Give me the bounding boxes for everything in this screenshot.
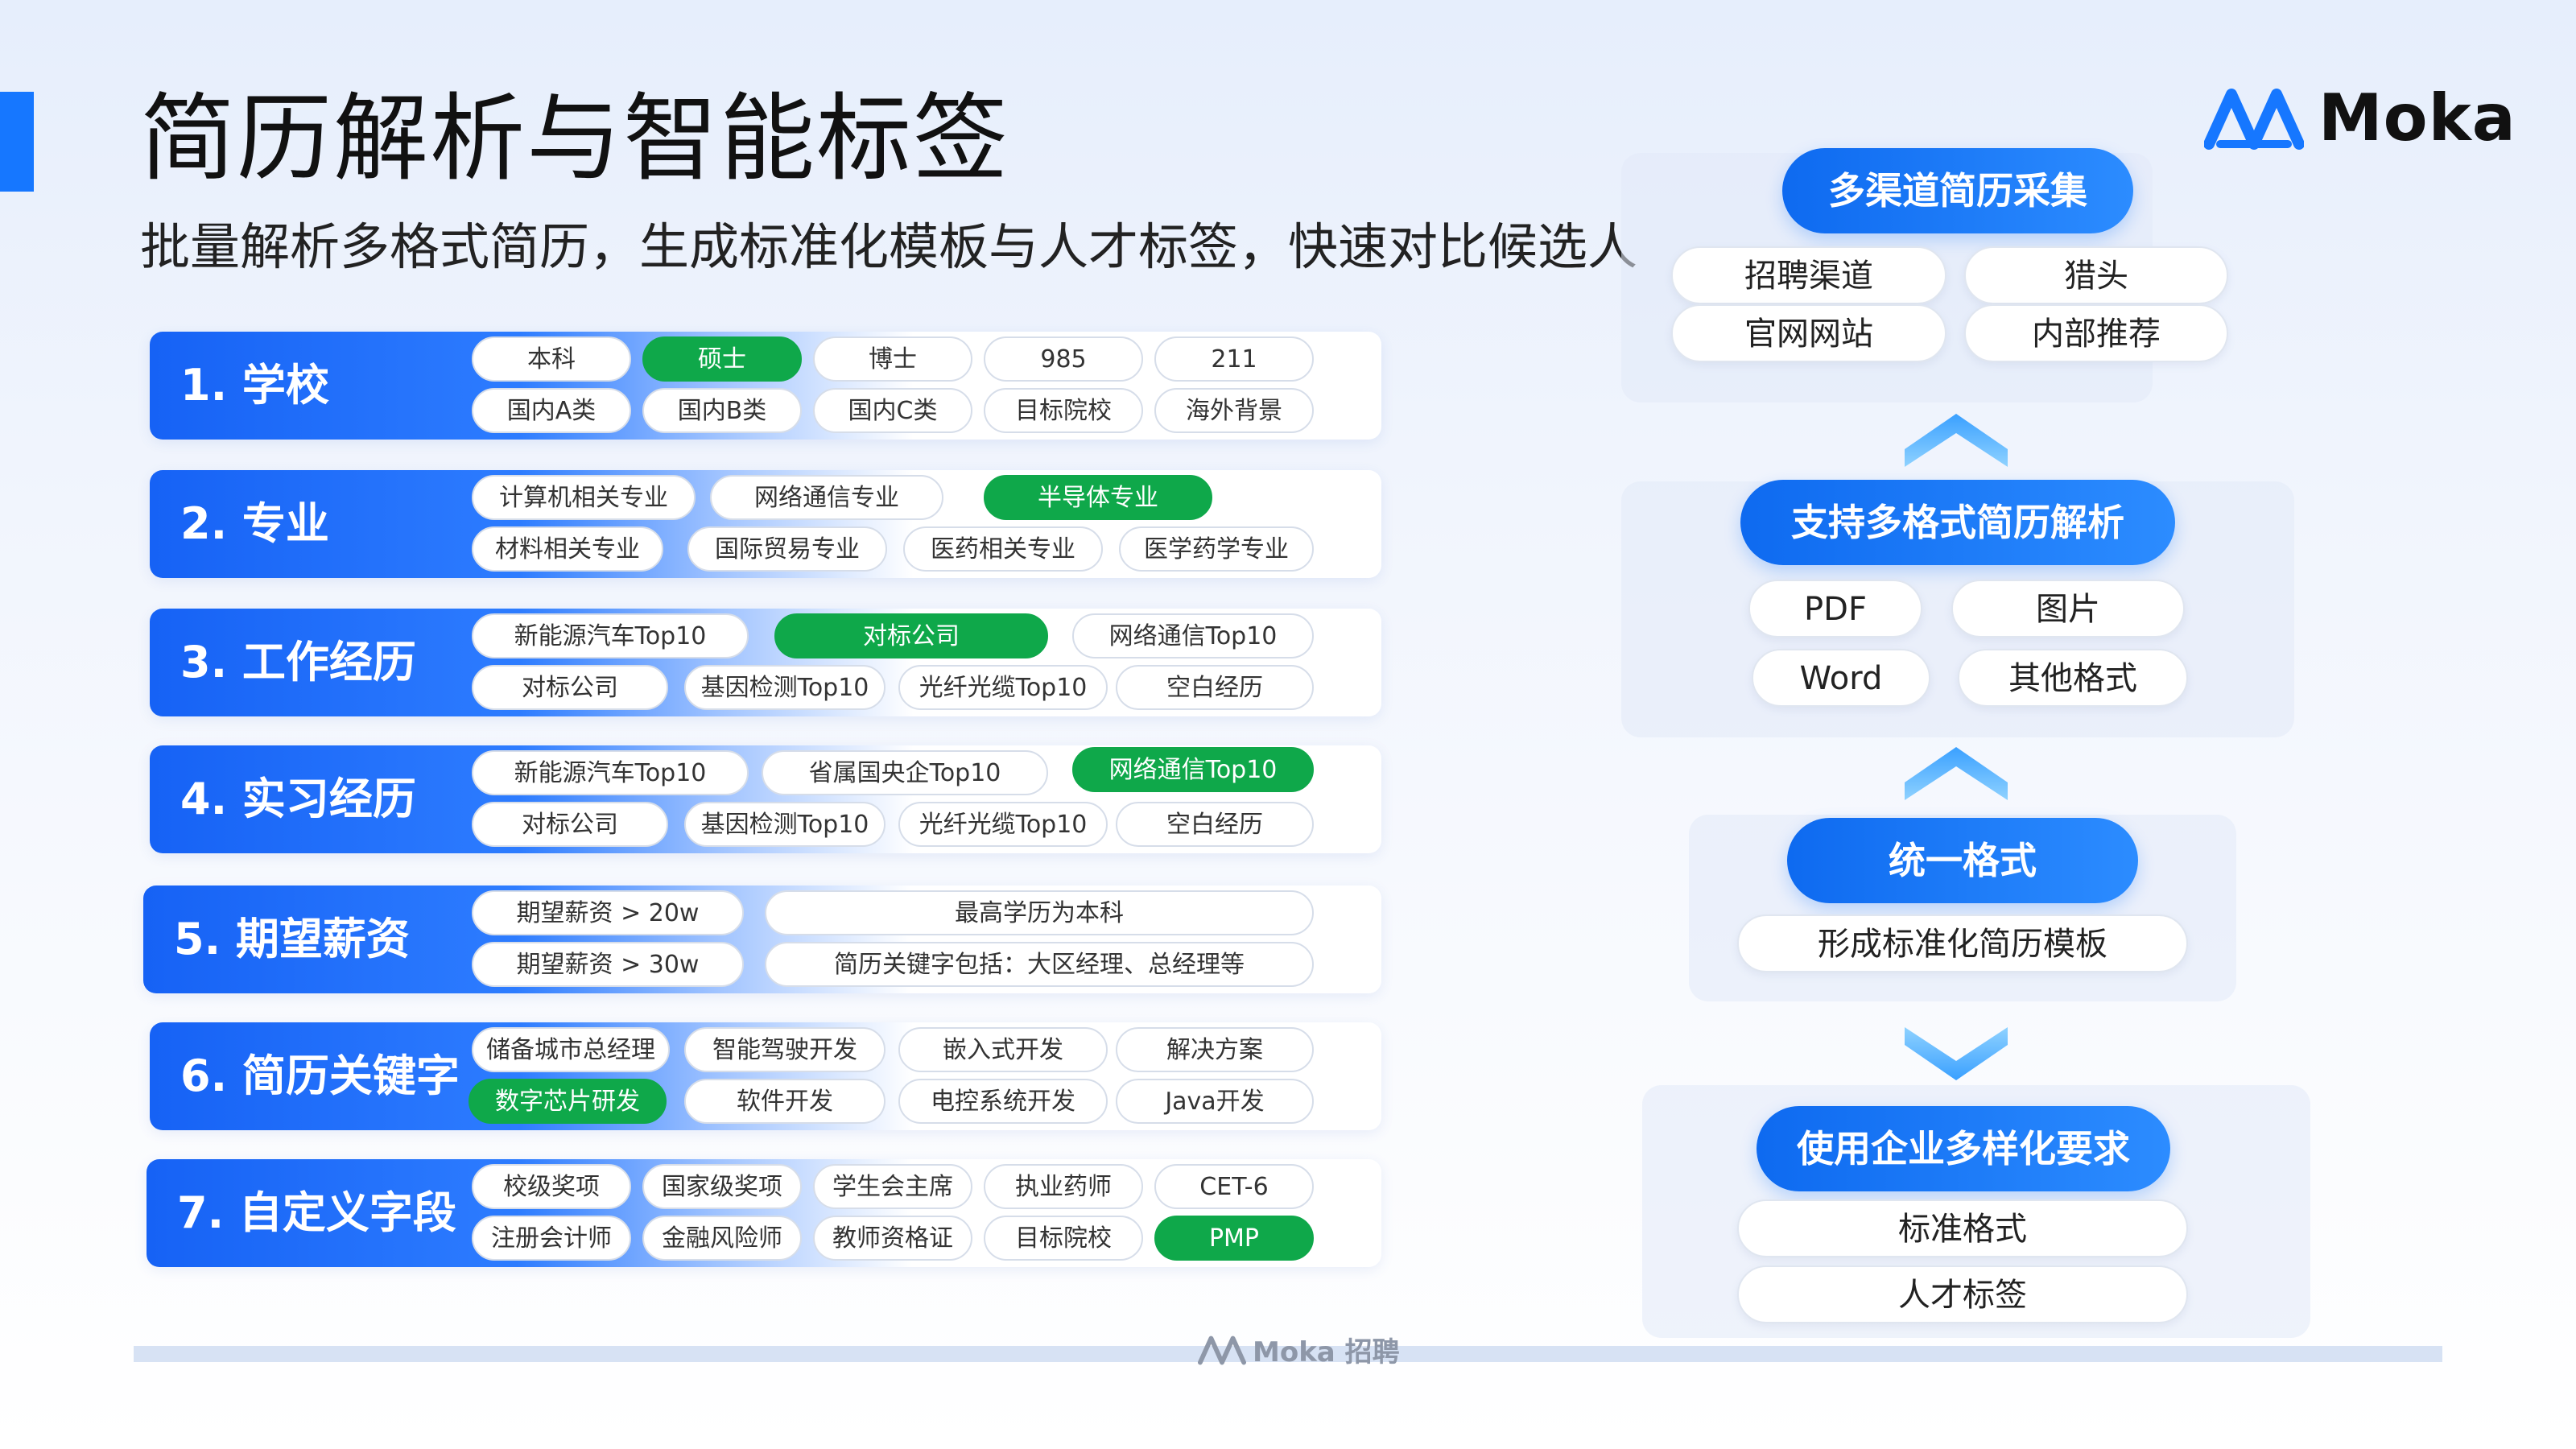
flow-title-requirements: 使用企业多样化要求 [1757, 1106, 2170, 1191]
tag[interactable]: 国内A类 [472, 388, 631, 433]
requirement-option[interactable]: 人才标签 [1737, 1265, 2188, 1323]
tag[interactable]: 硕士 [642, 336, 802, 382]
page-title: 简历解析与智能标签 [140, 83, 1010, 194]
tag[interactable]: PMP [1154, 1216, 1314, 1261]
format-option[interactable]: PDF [1748, 580, 1922, 638]
tag[interactable]: 期望薪资 > 30w [472, 942, 744, 987]
category-school: 1. 学校 本科 硕士 博士 985 211 国内A类 国内B类 国内C类 目标… [150, 332, 1381, 440]
tag[interactable]: 期望薪资 > 20w [472, 890, 744, 935]
tag[interactable]: 材料相关专业 [472, 526, 663, 572]
tag[interactable]: 目标院校 [984, 1216, 1143, 1261]
tag[interactable]: 学生会主席 [813, 1164, 972, 1209]
category-label: 6. 简历关键字 [180, 1051, 460, 1101]
tag[interactable]: 注册会计师 [472, 1216, 631, 1261]
tag[interactable]: 光纤光缆Top10 [898, 802, 1108, 847]
tag[interactable]: 新能源汽车Top10 [472, 613, 749, 658]
tag[interactable]: 最高学历为本科 [765, 890, 1314, 935]
tag[interactable]: 海外背景 [1154, 388, 1314, 433]
tag[interactable]: 软件开发 [684, 1079, 886, 1124]
tag[interactable]: 对标公司 [472, 665, 668, 710]
tag[interactable]: 国际贸易专业 [687, 526, 887, 572]
category-expected-salary: 5. 期望薪资 期望薪资 > 20w 最高学历为本科 期望薪资 > 30w 简历… [143, 886, 1381, 993]
category-custom-fields: 7. 自定义字段 校级奖项 国家级奖项 学生会主席 执业药师 CET-6 注册会… [147, 1159, 1381, 1267]
footer-brand: Moka 招聘 [1198, 1330, 1400, 1369]
source-option[interactable]: 官网网站 [1671, 304, 1946, 362]
requirement-option[interactable]: 标准格式 [1737, 1199, 2188, 1257]
brand-logo: Moka [2204, 80, 2516, 155]
source-option[interactable]: 招聘渠道 [1671, 246, 1946, 304]
tag[interactable]: 国内C类 [813, 388, 972, 433]
tag[interactable]: 国家级奖项 [642, 1164, 802, 1209]
category-internship: 4. 实习经历 新能源汽车Top10 省属国央企Top10 网络通信Top10 … [150, 745, 1381, 853]
tag[interactable]: 电控系统开发 [898, 1079, 1108, 1124]
tag[interactable]: 新能源汽车Top10 [472, 750, 749, 795]
tag[interactable]: 解决方案 [1116, 1027, 1314, 1072]
tag[interactable]: 博士 [813, 336, 972, 382]
brand-name: Moka [2318, 80, 2516, 155]
tag[interactable]: 网络通信Top10 [1072, 747, 1314, 792]
flow-title-collection: 多渠道简历采集 [1782, 148, 2133, 233]
tag[interactable]: 校级奖项 [472, 1164, 631, 1209]
footer-brand-text: Moka 招聘 [1253, 1336, 1400, 1368]
category-resume-keywords: 6. 简历关键字 储备城市总经理 智能驾驶开发 嵌入式开发 解决方案 数字芯片研… [150, 1022, 1381, 1130]
tag[interactable]: 储备城市总经理 [472, 1027, 670, 1072]
tag[interactable]: 网络通信Top10 [1072, 613, 1314, 658]
tag[interactable]: 执业药师 [984, 1164, 1143, 1209]
chevron-down-icon [1905, 1027, 2008, 1080]
tag[interactable]: 空白经历 [1116, 665, 1314, 710]
tag[interactable]: 半导体专业 [984, 475, 1212, 520]
tag[interactable]: 国内B类 [642, 388, 802, 433]
tag[interactable]: 智能驾驶开发 [684, 1027, 886, 1072]
tag[interactable]: 省属国央企Top10 [762, 750, 1048, 795]
category-label: 3. 工作经历 [180, 637, 416, 687]
tag[interactable]: 本科 [472, 336, 631, 382]
source-option[interactable]: 猎头 [1964, 246, 2228, 304]
category-label: 4. 实习经历 [180, 774, 416, 824]
category-label: 2. 专业 [180, 498, 329, 549]
tag[interactable]: 医学药学专业 [1119, 526, 1314, 572]
tag[interactable]: Java开发 [1116, 1079, 1314, 1124]
tag[interactable]: 计算机相关专业 [472, 475, 696, 520]
tag[interactable]: 对标公司 [774, 613, 1048, 658]
source-option[interactable]: 内部推荐 [1964, 304, 2228, 362]
tag[interactable]: CET-6 [1154, 1164, 1314, 1209]
category-work-experience: 3. 工作经历 新能源汽车Top10 对标公司 网络通信Top10 对标公司 基… [150, 609, 1381, 716]
flow-title-parsing: 支持多格式简历解析 [1740, 480, 2175, 565]
tag[interactable]: 基因检测Top10 [684, 665, 886, 710]
tag[interactable]: 光纤光缆Top10 [898, 665, 1108, 710]
tag[interactable]: 网络通信专业 [710, 475, 943, 520]
tag[interactable]: 嵌入式开发 [898, 1027, 1108, 1072]
template-option[interactable]: 形成标准化简历模板 [1737, 914, 2188, 972]
tag[interactable]: 教师资格证 [813, 1216, 972, 1261]
format-option[interactable]: 图片 [1951, 580, 2185, 638]
tag[interactable]: 211 [1154, 336, 1314, 382]
moka-logo-icon [2204, 88, 2304, 150]
tag[interactable]: 985 [984, 336, 1143, 382]
moka-logo-icon [1198, 1335, 1246, 1364]
tag[interactable]: 对标公司 [472, 802, 668, 847]
accent-bar [0, 92, 34, 192]
tag[interactable]: 医药相关专业 [903, 526, 1103, 572]
chevron-up-icon [1905, 414, 2008, 467]
tag[interactable]: 数字芯片研发 [469, 1079, 667, 1124]
format-option[interactable]: 其他格式 [1958, 649, 2188, 707]
tag[interactable]: 空白经历 [1116, 802, 1314, 847]
category-label: 7. 自定义字段 [177, 1187, 456, 1238]
category-major: 2. 专业 计算机相关专业 网络通信专业 半导体专业 材料相关专业 国际贸易专业… [150, 470, 1381, 578]
format-option[interactable]: Word [1752, 649, 1930, 707]
tag[interactable]: 简历关键字包括：大区经理、总经理等 [765, 942, 1314, 987]
flow-title-unify: 统一格式 [1787, 818, 2138, 903]
chevron-up-icon [1905, 747, 2008, 800]
tag[interactable]: 目标院校 [984, 388, 1143, 433]
category-label: 1. 学校 [180, 360, 329, 411]
tag[interactable]: 金融风险师 [642, 1216, 802, 1261]
tag[interactable]: 基因检测Top10 [684, 802, 886, 847]
page-subtitle: 批量解析多格式简历，生成标准化模板与人才标签，快速对比候选人 [140, 217, 1638, 276]
category-label: 5. 期望薪资 [174, 914, 410, 964]
